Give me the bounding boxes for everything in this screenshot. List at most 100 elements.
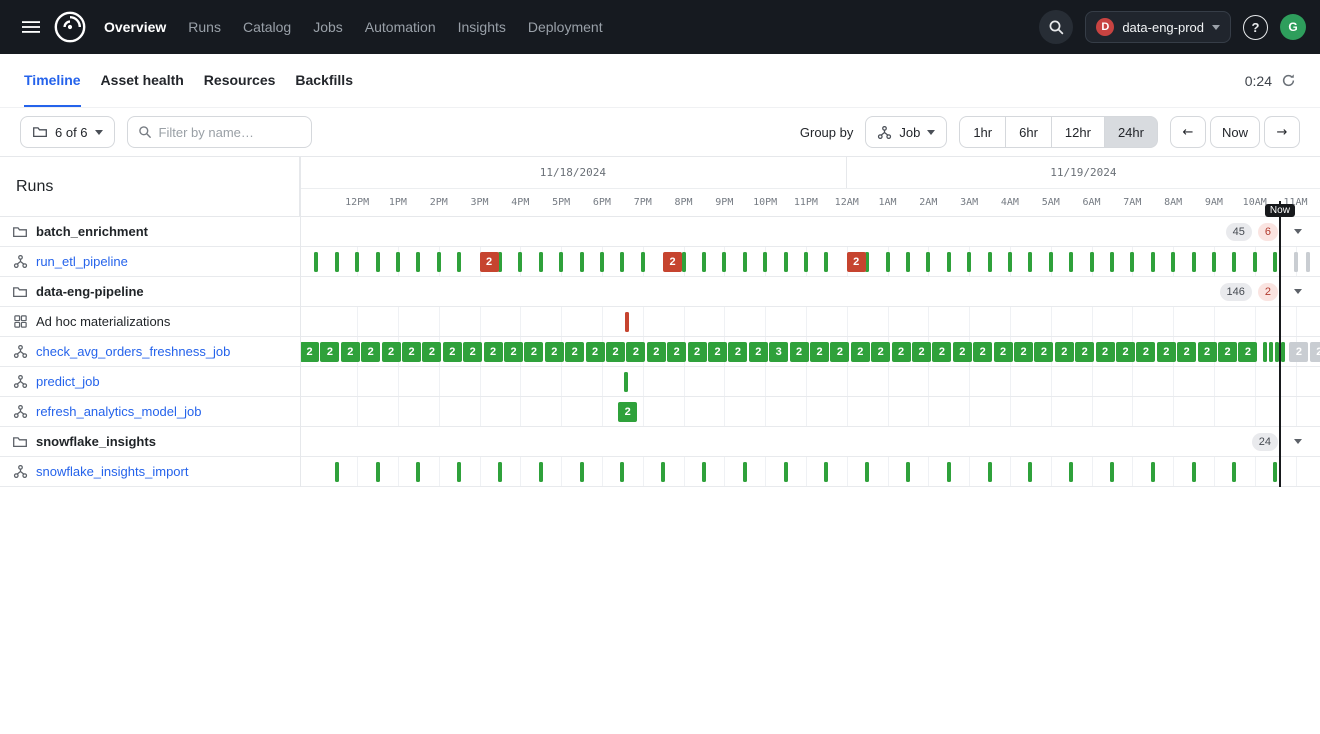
run-tick[interactable] xyxy=(457,252,461,272)
run-batch[interactable]: 2 xyxy=(1014,342,1033,362)
avatar[interactable]: G xyxy=(1280,14,1306,40)
run-tick[interactable] xyxy=(702,252,706,272)
run-tick[interactable] xyxy=(335,252,339,272)
nav-item-runs[interactable]: Runs xyxy=(188,19,221,35)
run-batch[interactable]: 2 xyxy=(361,342,380,362)
run-batch[interactable]: 2 xyxy=(663,252,682,272)
run-tick[interactable] xyxy=(988,462,992,482)
run-tick[interactable] xyxy=(1273,252,1277,272)
run-tick[interactable] xyxy=(682,252,686,272)
run-tick[interactable] xyxy=(967,252,971,272)
chevron-down-icon[interactable] xyxy=(1294,229,1302,234)
run-tick[interactable] xyxy=(620,252,624,272)
help-icon[interactable]: ? xyxy=(1243,15,1268,40)
run-tick[interactable] xyxy=(580,252,584,272)
search-icon[interactable] xyxy=(1039,10,1073,44)
run-tick[interactable] xyxy=(1110,252,1114,272)
run-tick[interactable] xyxy=(763,252,767,272)
range-12hr[interactable]: 12hr xyxy=(1052,116,1105,148)
run-batch[interactable]: 2 xyxy=(1157,342,1176,362)
refresh-icon[interactable] xyxy=(1281,73,1296,88)
run-tick[interactable] xyxy=(1192,462,1196,482)
run-tick[interactable] xyxy=(437,252,441,272)
run-tick[interactable] xyxy=(1294,252,1298,272)
run-batch[interactable]: 2 xyxy=(847,252,866,272)
run-batch[interactable]: 2 xyxy=(1177,342,1196,362)
run-batch[interactable]: 2 xyxy=(382,342,401,362)
run-tick[interactable] xyxy=(743,462,747,482)
run-batch[interactable]: 2 xyxy=(1136,342,1155,362)
run-batch[interactable]: 2 xyxy=(422,342,441,362)
run-batch[interactable]: 2 xyxy=(402,342,421,362)
run-tick[interactable] xyxy=(784,462,788,482)
run-tick[interactable] xyxy=(824,252,828,272)
hamburger-menu-icon[interactable] xyxy=(14,10,48,44)
group-by-dropdown[interactable]: Job xyxy=(865,116,947,148)
run-tick[interactable] xyxy=(1306,252,1310,272)
run-tick[interactable] xyxy=(539,462,543,482)
run-batch[interactable]: 2 xyxy=(1096,342,1115,362)
nav-item-insights[interactable]: Insights xyxy=(458,19,506,35)
tab-resources[interactable]: Resources xyxy=(204,54,276,107)
run-tick[interactable] xyxy=(1269,342,1273,362)
run-tick[interactable] xyxy=(1090,252,1094,272)
run-tick[interactable] xyxy=(743,252,747,272)
run-tick[interactable] xyxy=(947,252,951,272)
run-tick[interactable] xyxy=(376,462,380,482)
run-tick[interactable] xyxy=(1192,252,1196,272)
run-tick[interactable] xyxy=(1212,252,1216,272)
chevron-down-icon[interactable] xyxy=(1294,439,1302,444)
run-batch[interactable]: 2 xyxy=(973,342,992,362)
run-batch[interactable]: 2 xyxy=(443,342,462,362)
run-tick[interactable] xyxy=(804,252,808,272)
run-tick[interactable] xyxy=(1171,252,1175,272)
run-tick[interactable] xyxy=(1151,462,1155,482)
run-tick[interactable] xyxy=(624,372,628,392)
run-tick[interactable] xyxy=(947,462,951,482)
filter-input[interactable] xyxy=(159,125,301,140)
run-tick[interactable] xyxy=(1049,252,1053,272)
run-batch[interactable]: 2 xyxy=(320,342,339,362)
range-6hr[interactable]: 6hr xyxy=(1006,116,1052,148)
run-tick[interactable] xyxy=(600,252,604,272)
run-batch[interactable]: 2 xyxy=(1218,342,1237,362)
run-tick[interactable] xyxy=(580,462,584,482)
chevron-down-icon[interactable] xyxy=(1294,289,1302,294)
job-scope-dropdown[interactable]: 6 of 6 xyxy=(20,116,115,148)
run-batch[interactable]: 2 xyxy=(1289,342,1308,362)
run-tick[interactable] xyxy=(1069,252,1073,272)
run-batch[interactable]: 2 xyxy=(953,342,972,362)
tab-timeline[interactable]: Timeline xyxy=(24,54,81,107)
job-link[interactable]: check_avg_orders_freshness_job xyxy=(36,344,230,359)
job-link[interactable]: predict_job xyxy=(36,374,100,389)
run-batch[interactable]: 2 xyxy=(708,342,727,362)
run-tick[interactable] xyxy=(314,252,318,272)
run-tick[interactable] xyxy=(457,462,461,482)
run-batch[interactable]: 2 xyxy=(480,252,499,272)
run-batch[interactable]: 2 xyxy=(606,342,625,362)
nav-item-jobs[interactable]: Jobs xyxy=(313,19,343,35)
run-batch[interactable]: 2 xyxy=(749,342,768,362)
run-tick[interactable] xyxy=(539,252,543,272)
nav-item-overview[interactable]: Overview xyxy=(104,19,166,35)
run-tick[interactable] xyxy=(396,252,400,272)
run-tick[interactable] xyxy=(824,462,828,482)
run-tick[interactable] xyxy=(1008,252,1012,272)
run-batch[interactable]: 2 xyxy=(912,342,931,362)
range-24hr[interactable]: 24hr xyxy=(1105,116,1158,148)
run-batch[interactable]: 2 xyxy=(545,342,564,362)
run-tick[interactable] xyxy=(498,462,502,482)
run-tick[interactable] xyxy=(1232,462,1236,482)
run-tick[interactable] xyxy=(625,312,629,332)
adhoc-label[interactable]: Ad hoc materializations xyxy=(36,314,170,329)
now-button[interactable]: Now xyxy=(1210,116,1260,148)
run-tick[interactable] xyxy=(988,252,992,272)
run-tick[interactable] xyxy=(518,252,522,272)
run-tick[interactable] xyxy=(1232,252,1236,272)
run-batch[interactable]: 2 xyxy=(504,342,523,362)
run-tick[interactable] xyxy=(1130,252,1134,272)
prev-window-button[interactable]: ← xyxy=(1170,116,1206,148)
run-tick[interactable] xyxy=(722,252,726,272)
run-batch[interactable]: 2 xyxy=(1055,342,1074,362)
range-1hr[interactable]: 1hr xyxy=(959,116,1006,148)
